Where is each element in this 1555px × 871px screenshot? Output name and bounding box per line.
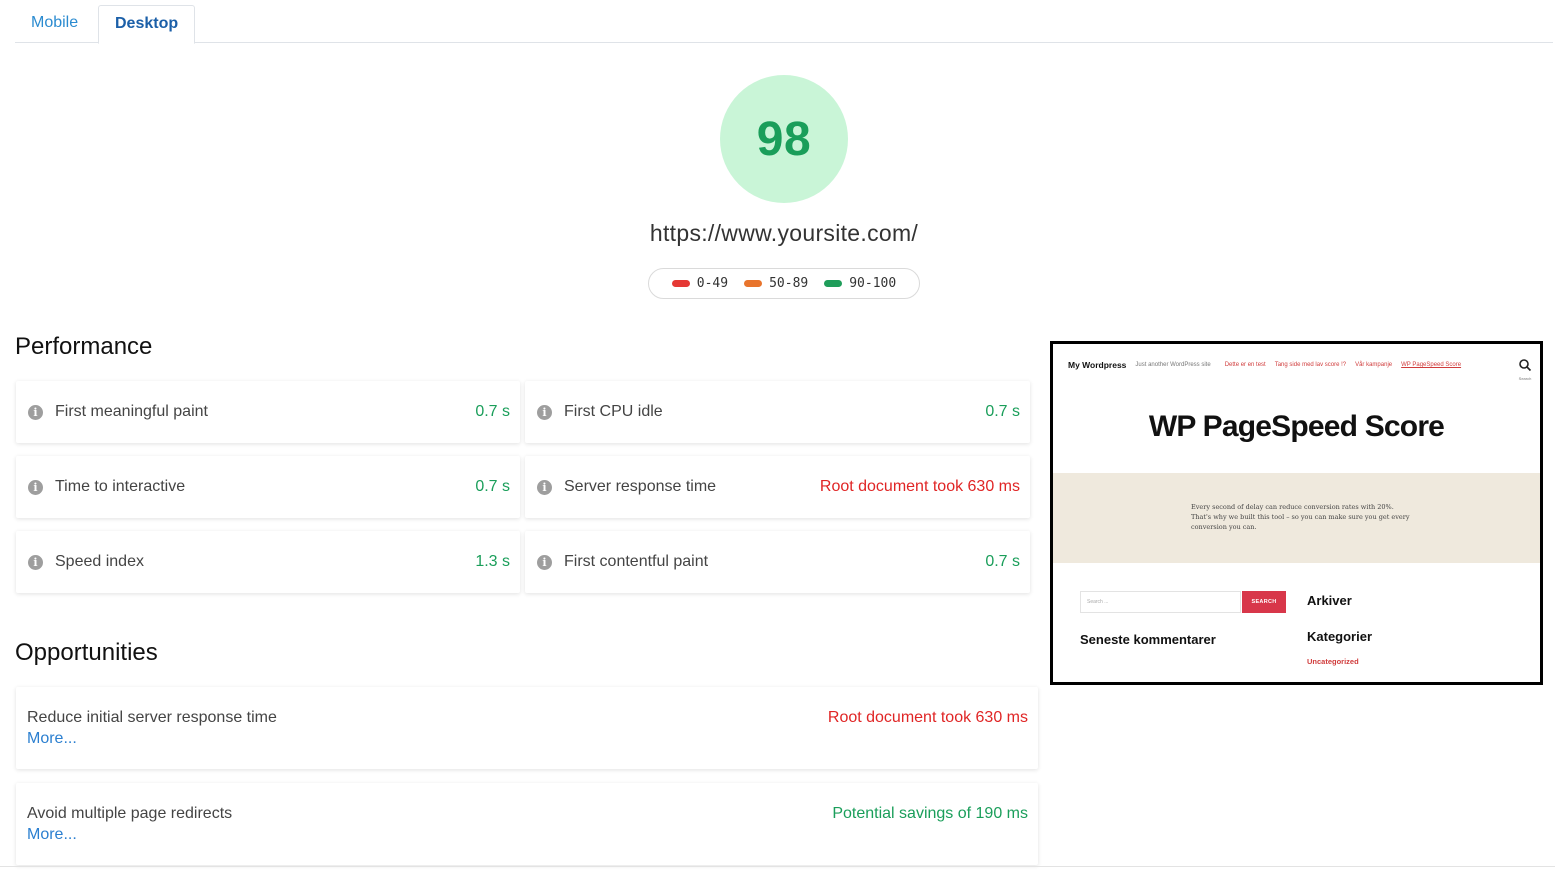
more-link[interactable]: More... [27,730,77,748]
legend-item-average: 50-89 [744,276,808,291]
screenshot-brand: My Wordpress [1068,360,1127,370]
orange-pill-icon [744,280,763,287]
opportunity-row: Avoid multiple page redirects More... Po… [16,783,1038,865]
screenshot-nav-link: Vår kampanje [1355,362,1393,368]
tab-bar: Mobile Desktop [15,0,1553,44]
legend-label: 50-89 [769,276,809,291]
screenshot-archives-heading: Arkiver [1307,593,1352,608]
score-legend: 0-49 50-89 90-100 [648,268,920,299]
metric-label: Speed index [55,553,144,570]
screenshot-nav-link: Tang side med lav score !? [1274,362,1347,368]
screenshot-search-button: SEARCH [1242,591,1286,613]
metric-value: 0.7 s [475,478,510,495]
divider [0,866,1555,867]
metric-label: Time to interactive [55,478,186,495]
legend-item-good: 90-100 [824,276,896,291]
score-value: 98 [756,112,812,166]
performance-heading: Performance [15,333,153,360]
metric-card: i Server response time Root document too… [525,456,1030,518]
screenshot-title: WP PageSpeed Score [1148,410,1445,443]
metric-label: First CPU idle [564,403,663,420]
legend-label: 0-49 [696,276,729,291]
metric-value: 0.7 s [985,553,1020,570]
more-link[interactable]: More... [27,826,77,844]
screenshot-nav-link: WP PageSpeed Score [1401,362,1462,368]
page-screenshot: My Wordpress Just another WordPress site… [1050,341,1543,685]
metric-card: i Time to interactive 0.7 s [16,456,520,518]
opportunity-row: Reduce initial server response time More… [16,687,1038,769]
opportunity-value: Potential savings of 190 ms [832,805,1028,822]
info-icon[interactable]: i [537,554,552,570]
score-gauge: 98 [720,75,848,203]
tab-desktop[interactable]: Desktop [98,5,196,44]
screenshot-search-icon: Search [1518,358,1532,381]
metric-card: i First CPU idle 0.7 s [525,381,1030,443]
green-pill-icon [824,280,843,287]
info-icon[interactable]: i [537,479,552,495]
screenshot-tagline: Just another WordPress site [1135,362,1211,368]
screenshot-nav: My Wordpress Just another WordPress site… [1068,358,1530,372]
screenshot-intro-text: Every second of delay can reduce convers… [1191,503,1410,531]
metric-label: First meaningful paint [55,403,208,420]
metric-label: Server response time [564,478,717,495]
metric-value: 0.7 s [475,403,510,420]
screenshot-categories-heading: Kategorier [1307,629,1373,644]
screenshot-category-item: Uncategorized [1307,657,1359,666]
metric-card: i First meaningful paint 0.7 s [16,381,520,443]
metric-card: i First contentful paint 0.7 s [525,531,1030,593]
screenshot-intro-band: Every second of delay can reduce convers… [1053,473,1540,563]
screenshot-comments-heading: Seneste kommentarer [1080,632,1216,647]
info-icon[interactable]: i [28,404,43,420]
screenshot-nav-link: Dette er en test [1224,362,1266,368]
metric-value: 0.7 s [985,403,1020,420]
info-icon[interactable]: i [537,404,552,420]
tested-url: https://www.yoursite.com/ [649,220,919,246]
info-icon[interactable]: i [28,554,43,570]
metric-value: Root document took 630 ms [819,478,1020,495]
metric-label: First contentful paint [564,553,709,570]
metric-value: 1.3 s [475,553,510,570]
red-pill-icon [671,280,690,287]
tab-mobile[interactable]: Mobile [15,5,94,43]
legend-label: 90-100 [849,276,897,291]
metric-card: i Speed index 1.3 s [16,531,520,593]
info-icon[interactable]: i [28,479,43,495]
screenshot-search-input: Search ... [1080,591,1241,613]
opportunity-value: Root document took 630 ms [827,709,1028,726]
opportunities-heading: Opportunities [15,639,158,666]
screenshot-search-label: Search [1518,376,1532,381]
legend-item-poor: 0-49 [671,276,729,291]
